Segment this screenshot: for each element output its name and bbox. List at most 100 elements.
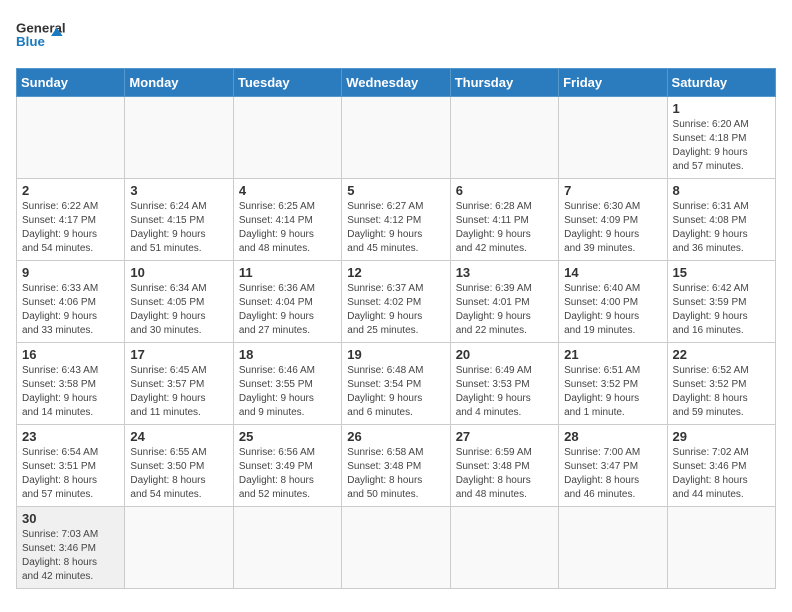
day-info: Sunrise: 6:46 AM Sunset: 3:55 PM Dayligh… — [239, 364, 336, 420]
generalblue-logo-icon: General Blue — [16, 16, 66, 56]
calendar-day-cell: 28 Sunrise: 7:00 AM Sunset: 3:47 PM Dayli… — [559, 425, 667, 507]
calendar-week-row: 23 Sunrise: 6:54 AM Sunset: 3:51 PM Dayli… — [17, 425, 776, 507]
day-number: 6 — [456, 183, 553, 198]
calendar-day-cell — [342, 97, 450, 179]
calendar-day-cell: 9 Sunrise: 6:33 AM Sunset: 4:06 PM Daylig… — [17, 261, 125, 343]
day-number: 10 — [130, 265, 227, 280]
day-info: Sunrise: 6:25 AM Sunset: 4:14 PM Dayligh… — [239, 200, 336, 256]
calendar-day-cell: 24 Sunrise: 6:55 AM Sunset: 3:50 PM Dayli… — [125, 425, 233, 507]
calendar-header-row: SundayMondayTuesdayWednesdayThursdayFrid… — [17, 69, 776, 97]
column-header-saturday: Saturday — [667, 69, 775, 97]
calendar-week-row: 30 Sunrise: 7:03 AM Sunset: 3:46 PM Dayli… — [17, 507, 776, 589]
calendar-day-cell: 18 Sunrise: 6:46 AM Sunset: 3:55 PM Dayli… — [233, 343, 341, 425]
calendar-day-cell — [125, 507, 233, 589]
day-number: 26 — [347, 429, 444, 444]
day-number: 2 — [22, 183, 119, 198]
day-info: Sunrise: 6:33 AM Sunset: 4:06 PM Dayligh… — [22, 282, 119, 338]
day-number: 28 — [564, 429, 661, 444]
calendar-day-cell: 8Sunrise: 6:31 AM Sunset: 4:08 PM Daylig… — [667, 179, 775, 261]
calendar-day-cell: 2 Sunrise: 6:22 AM Sunset: 4:17 PM Daylig… — [17, 179, 125, 261]
calendar-day-cell — [233, 97, 341, 179]
day-info: Sunrise: 6:24 AM Sunset: 4:15 PM Dayligh… — [130, 200, 227, 256]
day-info: Sunrise: 6:40 AM Sunset: 4:00 PM Dayligh… — [564, 282, 661, 338]
day-number: 12 — [347, 265, 444, 280]
calendar-day-cell: 5Sunrise: 6:27 AM Sunset: 4:12 PM Daylig… — [342, 179, 450, 261]
day-number: 29 — [673, 429, 770, 444]
day-number: 11 — [239, 265, 336, 280]
day-number: 20 — [456, 347, 553, 362]
day-info: Sunrise: 6:28 AM Sunset: 4:11 PM Dayligh… — [456, 200, 553, 256]
calendar-day-cell — [559, 507, 667, 589]
day-number: 19 — [347, 347, 444, 362]
day-number: 5 — [347, 183, 444, 198]
calendar-day-cell — [450, 97, 558, 179]
calendar-day-cell: 21Sunrise: 6:51 AM Sunset: 3:52 PM Dayli… — [559, 343, 667, 425]
calendar-day-cell — [17, 97, 125, 179]
day-info: Sunrise: 6:54 AM Sunset: 3:51 PM Dayligh… — [22, 446, 119, 502]
calendar-week-row: 1 Sunrise: 6:20 AM Sunset: 4:18 PM Daylig… — [17, 97, 776, 179]
calendar-day-cell: 20 Sunrise: 6:49 AM Sunset: 3:53 PM Dayli… — [450, 343, 558, 425]
day-number: 15 — [673, 265, 770, 280]
column-header-tuesday: Tuesday — [233, 69, 341, 97]
day-number: 30 — [22, 511, 119, 526]
day-info: Sunrise: 6:55 AM Sunset: 3:50 PM Dayligh… — [130, 446, 227, 502]
day-number: 14 — [564, 265, 661, 280]
day-info: Sunrise: 6:59 AM Sunset: 3:48 PM Dayligh… — [456, 446, 553, 502]
day-info: Sunrise: 6:39 AM Sunset: 4:01 PM Dayligh… — [456, 282, 553, 338]
calendar-day-cell: 7 Sunrise: 6:30 AM Sunset: 4:09 PM Daylig… — [559, 179, 667, 261]
calendar-day-cell: 17 Sunrise: 6:45 AM Sunset: 3:57 PM Dayli… — [125, 343, 233, 425]
day-info: Sunrise: 6:43 AM Sunset: 3:58 PM Dayligh… — [22, 364, 119, 420]
day-info: Sunrise: 7:00 AM Sunset: 3:47 PM Dayligh… — [564, 446, 661, 502]
day-info: Sunrise: 6:56 AM Sunset: 3:49 PM Dayligh… — [239, 446, 336, 502]
column-header-wednesday: Wednesday — [342, 69, 450, 97]
calendar-day-cell: 12 Sunrise: 6:37 AM Sunset: 4:02 PM Dayli… — [342, 261, 450, 343]
calendar-day-cell — [450, 507, 558, 589]
day-info: Sunrise: 6:49 AM Sunset: 3:53 PM Dayligh… — [456, 364, 553, 420]
day-number: 21 — [564, 347, 661, 362]
calendar-day-cell: 1 Sunrise: 6:20 AM Sunset: 4:18 PM Daylig… — [667, 97, 775, 179]
calendar-day-cell — [342, 507, 450, 589]
day-number: 27 — [456, 429, 553, 444]
day-number: 25 — [239, 429, 336, 444]
calendar-day-cell: 30 Sunrise: 7:03 AM Sunset: 3:46 PM Dayli… — [17, 507, 125, 589]
day-number: 18 — [239, 347, 336, 362]
day-number: 4 — [239, 183, 336, 198]
day-info: Sunrise: 6:30 AM Sunset: 4:09 PM Dayligh… — [564, 200, 661, 256]
calendar-day-cell: 10Sunrise: 6:34 AM Sunset: 4:05 PM Dayli… — [125, 261, 233, 343]
calendar-day-cell: 29Sunrise: 7:02 AM Sunset: 3:46 PM Dayli… — [667, 425, 775, 507]
day-number: 22 — [673, 347, 770, 362]
calendar-table: SundayMondayTuesdayWednesdayThursdayFrid… — [16, 68, 776, 589]
day-info: Sunrise: 7:03 AM Sunset: 3:46 PM Dayligh… — [22, 528, 119, 584]
day-info: Sunrise: 6:20 AM Sunset: 4:18 PM Dayligh… — [673, 118, 770, 174]
calendar-week-row: 2 Sunrise: 6:22 AM Sunset: 4:17 PM Daylig… — [17, 179, 776, 261]
calendar-week-row: 16Sunrise: 6:43 AM Sunset: 3:58 PM Dayli… — [17, 343, 776, 425]
day-info: Sunrise: 6:36 AM Sunset: 4:04 PM Dayligh… — [239, 282, 336, 338]
logo: General Blue — [16, 16, 66, 56]
calendar-day-cell: 19Sunrise: 6:48 AM Sunset: 3:54 PM Dayli… — [342, 343, 450, 425]
calendar-day-cell: 25 Sunrise: 6:56 AM Sunset: 3:49 PM Dayli… — [233, 425, 341, 507]
day-number: 17 — [130, 347, 227, 362]
day-number: 24 — [130, 429, 227, 444]
calendar-day-cell: 11 Sunrise: 6:36 AM Sunset: 4:04 PM Dayli… — [233, 261, 341, 343]
calendar-day-cell: 13 Sunrise: 6:39 AM Sunset: 4:01 PM Dayli… — [450, 261, 558, 343]
calendar-day-cell — [233, 507, 341, 589]
page-header: General Blue — [16, 16, 776, 56]
calendar-day-cell: 3Sunrise: 6:24 AM Sunset: 4:15 PM Daylig… — [125, 179, 233, 261]
day-number: 23 — [22, 429, 119, 444]
calendar-day-cell: 6 Sunrise: 6:28 AM Sunset: 4:11 PM Daylig… — [450, 179, 558, 261]
day-number: 9 — [22, 265, 119, 280]
day-info: Sunrise: 6:22 AM Sunset: 4:17 PM Dayligh… — [22, 200, 119, 256]
day-number: 1 — [673, 101, 770, 116]
column-header-friday: Friday — [559, 69, 667, 97]
day-info: Sunrise: 6:37 AM Sunset: 4:02 PM Dayligh… — [347, 282, 444, 338]
day-info: Sunrise: 6:42 AM Sunset: 3:59 PM Dayligh… — [673, 282, 770, 338]
calendar-day-cell — [125, 97, 233, 179]
day-number: 7 — [564, 183, 661, 198]
day-info: Sunrise: 6:52 AM Sunset: 3:52 PM Dayligh… — [673, 364, 770, 420]
day-number: 13 — [456, 265, 553, 280]
calendar-day-cell: 16Sunrise: 6:43 AM Sunset: 3:58 PM Dayli… — [17, 343, 125, 425]
day-info: Sunrise: 6:45 AM Sunset: 3:57 PM Dayligh… — [130, 364, 227, 420]
column-header-thursday: Thursday — [450, 69, 558, 97]
calendar-week-row: 9 Sunrise: 6:33 AM Sunset: 4:06 PM Daylig… — [17, 261, 776, 343]
day-number: 8 — [673, 183, 770, 198]
